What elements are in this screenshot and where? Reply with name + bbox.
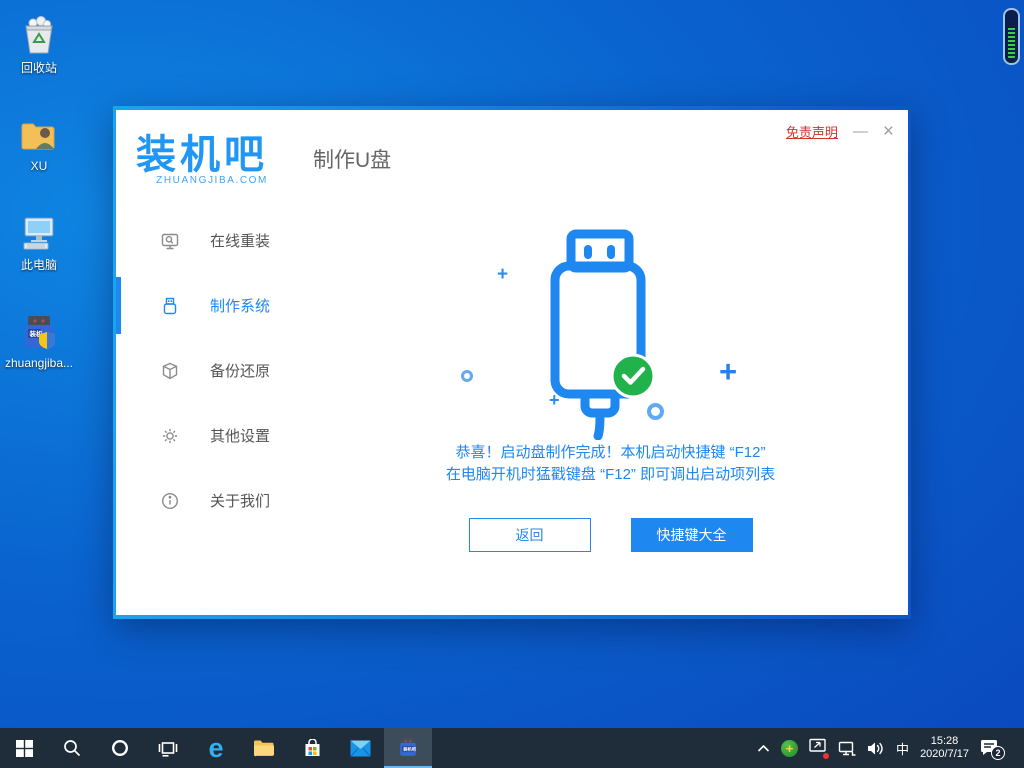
sidebar-item-other-settings[interactable]: 其他设置 bbox=[116, 403, 313, 468]
usb-success-illustration bbox=[525, 228, 675, 440]
sidebar-item-backup-restore[interactable]: 备份还原 bbox=[116, 338, 313, 403]
clock-time: 15:28 bbox=[920, 735, 969, 748]
task-view-button[interactable] bbox=[144, 728, 192, 768]
logo-domain: ZHUANGJIBA.COM bbox=[136, 175, 268, 186]
sidebar-item-label: 其他设置 bbox=[210, 425, 270, 446]
tray-chevron-up-icon[interactable] bbox=[757, 744, 770, 753]
store-button[interactable] bbox=[288, 728, 336, 768]
tray-network-icon[interactable] bbox=[838, 741, 856, 756]
minimize-button[interactable]: — bbox=[853, 127, 868, 137]
mail-icon bbox=[350, 740, 371, 757]
tray-clock[interactable]: 15:28 2020/7/17 bbox=[920, 735, 969, 761]
user-folder-icon bbox=[18, 114, 60, 156]
cortana-icon bbox=[111, 739, 129, 757]
system-tray: + 中 15:28 2020/7/17 bbox=[757, 728, 1024, 768]
desktop-icon-recycle-bin[interactable]: 回收站 bbox=[8, 14, 70, 76]
volume-gauge-osd bbox=[1003, 8, 1020, 65]
desktop-icon-user-folder[interactable]: XU bbox=[8, 114, 70, 173]
sidebar-item-label: 关于我们 bbox=[210, 490, 270, 511]
disclaimer-link[interactable]: 免责声明 bbox=[786, 122, 838, 141]
success-message-line1: 恭喜！启动盘制作完成！本机启动快捷键 “F12” bbox=[313, 442, 908, 464]
desktop-icon-zhuangjiba[interactable]: 装机 zhuangjiba... bbox=[8, 311, 70, 370]
search-icon bbox=[63, 739, 81, 757]
zhuangjiba-taskbar-icon: 装机吧 bbox=[397, 736, 419, 758]
success-check-circle bbox=[612, 355, 654, 397]
mail-button[interactable] bbox=[336, 728, 384, 768]
desktop-icon-column: 回收站 XU 此电脑 装机 zhuan bbox=[8, 14, 70, 370]
start-button[interactable] bbox=[0, 728, 48, 768]
tray-security-icon[interactable]: + bbox=[781, 740, 798, 757]
decorative-plus: + bbox=[497, 264, 508, 286]
window-header: 装机吧 ZHUANGJIBA.COM 制作U盘 免责声明 — × bbox=[116, 110, 908, 202]
cast-screen-icon bbox=[809, 738, 827, 753]
notification-dot bbox=[822, 752, 830, 760]
decorative-dot bbox=[461, 370, 473, 382]
tray-cast-icon[interactable] bbox=[809, 738, 827, 758]
sidebar-item-label: 备份还原 bbox=[210, 360, 270, 381]
backup-box-icon bbox=[160, 361, 180, 381]
tray-ime-indicator[interactable]: 中 bbox=[896, 739, 909, 758]
usb-drive-icon bbox=[160, 296, 180, 316]
taskbar-zhuangjiba-button[interactable]: 装机吧 bbox=[384, 728, 432, 768]
edge-button[interactable]: e bbox=[192, 728, 240, 768]
task-view-icon bbox=[158, 739, 178, 757]
titlebar-controls: 免责声明 — × bbox=[786, 122, 894, 141]
success-message: 恭喜！启动盘制作完成！本机启动快捷键 “F12” 在电脑开机时猛戳键盘 “F12… bbox=[313, 442, 908, 486]
action-center-button[interactable]: 2 bbox=[980, 739, 1000, 757]
gear-icon bbox=[160, 426, 180, 446]
desktop-icon-label: zhuangjiba... bbox=[5, 356, 73, 370]
monitor-search-icon bbox=[160, 231, 180, 251]
desktop-icon-this-pc[interactable]: 此电脑 bbox=[8, 211, 70, 273]
desktop-icon-label: 此电脑 bbox=[21, 256, 57, 273]
main-content: + + + 恭喜！ bbox=[313, 202, 908, 615]
page-title: 制作U盘 bbox=[313, 138, 391, 174]
volume-gauge-fill bbox=[1008, 28, 1015, 60]
this-pc-icon bbox=[18, 211, 60, 253]
cortana-button[interactable] bbox=[96, 728, 144, 768]
sidebar: 在线重装 制作系统 bbox=[116, 202, 313, 615]
search-button[interactable] bbox=[48, 728, 96, 768]
clock-date: 2020/7/17 bbox=[920, 748, 969, 761]
edge-icon: e bbox=[208, 735, 223, 761]
tray-volume-icon[interactable] bbox=[867, 741, 885, 756]
info-icon bbox=[160, 491, 180, 511]
sidebar-item-about-us[interactable]: 关于我们 bbox=[116, 468, 313, 533]
desktop-icon-label: 回收站 bbox=[21, 59, 57, 76]
sidebar-item-label: 制作系统 bbox=[210, 295, 270, 316]
taskbar-app-buttons: e bbox=[0, 728, 432, 768]
recycle-bin-icon bbox=[18, 14, 60, 56]
desktop-icon-label: XU bbox=[31, 159, 48, 173]
sidebar-item-label: 在线重装 bbox=[210, 230, 270, 251]
store-icon bbox=[303, 739, 322, 758]
hotkey-list-button[interactable]: 快捷键大全 bbox=[631, 518, 753, 552]
sidebar-item-make-system[interactable]: 制作系统 bbox=[116, 273, 313, 338]
notification-count-badge: 2 bbox=[991, 746, 1005, 760]
window-body: 在线重装 制作系统 bbox=[116, 202, 908, 615]
folder-icon bbox=[253, 739, 275, 757]
decorative-plus: + bbox=[719, 354, 737, 390]
zhuangjiba-usb-icon: 装机 bbox=[18, 311, 60, 353]
back-button[interactable]: 返回 bbox=[469, 518, 591, 552]
taskbar: e bbox=[0, 728, 1024, 768]
app-logo: 装机吧 ZHUANGJIBA.COM bbox=[116, 125, 313, 188]
sidebar-item-online-reinstall[interactable]: 在线重装 bbox=[116, 208, 313, 273]
app-window-inner: 装机吧 ZHUANGJIBA.COM 制作U盘 免责声明 — × bbox=[116, 110, 908, 615]
app-window: 装机吧 ZHUANGJIBA.COM 制作U盘 免责声明 — × bbox=[113, 106, 911, 619]
svg-text:装机吧: 装机吧 bbox=[402, 745, 416, 752]
success-message-line2: 在电脑开机时猛戳键盘 “F12” 即可调出启动项列表 bbox=[313, 464, 908, 486]
windows-logo-icon bbox=[16, 740, 33, 757]
button-row: 返回 快捷键大全 bbox=[313, 518, 908, 552]
active-indicator bbox=[116, 277, 121, 334]
file-explorer-button[interactable] bbox=[240, 728, 288, 768]
close-button[interactable]: × bbox=[883, 125, 894, 139]
logo-text: 装机吧 bbox=[136, 133, 268, 177]
